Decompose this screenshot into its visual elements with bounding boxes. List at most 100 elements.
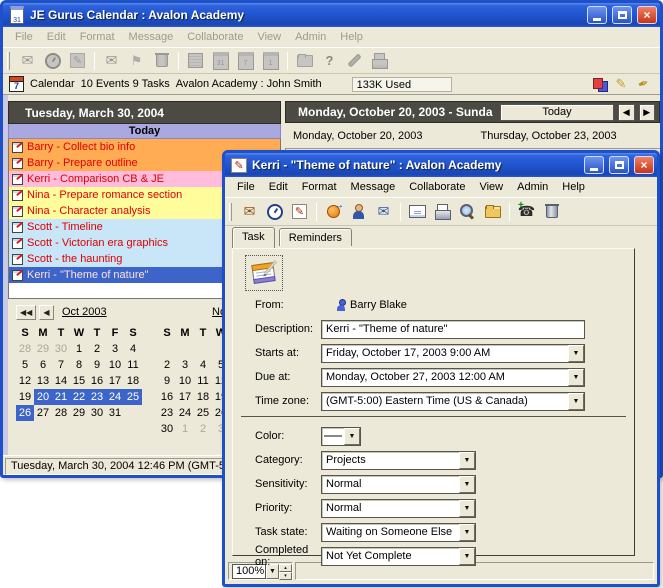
- dialog-menu-edit[interactable]: Edit: [263, 179, 294, 195]
- close-button[interactable]: ×: [637, 6, 657, 24]
- send-mail-icon[interactable]: [372, 201, 395, 222]
- dialog-minimize-button[interactable]: [584, 156, 604, 174]
- mini-calendar-day[interactable]: 16: [88, 373, 106, 389]
- pencil-icon[interactable]: [611, 74, 631, 95]
- mini-calendar-day[interactable]: 10: [176, 373, 194, 389]
- chevron-down-icon[interactable]: [568, 345, 584, 362]
- mini-calendar-day[interactable]: 26: [16, 405, 34, 421]
- mini-calendar-day[interactable]: 22: [70, 389, 88, 405]
- print-icon[interactable]: [431, 201, 454, 222]
- task-state-select[interactable]: Waiting on Someone Else: [321, 523, 476, 542]
- mini-calendar-day[interactable]: 9: [158, 373, 176, 389]
- address-card-icon[interactable]: [406, 201, 429, 222]
- mini-calendar-day[interactable]: 23: [88, 389, 106, 405]
- main-menu-file[interactable]: File: [9, 29, 39, 45]
- mini-calendar-day[interactable]: 11: [194, 373, 212, 389]
- mini-calendar-day[interactable]: 25: [194, 405, 212, 421]
- folder-icon[interactable]: [481, 201, 504, 222]
- time-zone-select[interactable]: (GMT-5:00) Eastern Time (US & Canada): [321, 392, 585, 411]
- mini-calendar-day[interactable]: 4: [194, 357, 212, 373]
- find-icon[interactable]: [456, 201, 479, 222]
- chevron-down-icon[interactable]: [459, 500, 475, 517]
- prev-year-button[interactable]: ◀◀: [16, 305, 36, 320]
- mini-calendar-day[interactable]: 8: [70, 357, 88, 373]
- prev-week-button[interactable]: ◀: [618, 104, 634, 121]
- attendee-icon[interactable]: [347, 201, 370, 222]
- mini-calendar-day[interactable]: 14: [52, 373, 70, 389]
- mini-calendar-day[interactable]: 9: [88, 357, 106, 373]
- mini-calendar-day[interactable]: 6: [34, 357, 52, 373]
- sensitivity-select[interactable]: Normal: [321, 475, 476, 494]
- chevron-down-icon[interactable]: [568, 369, 584, 386]
- main-menu-collaborate[interactable]: Collaborate: [181, 29, 249, 45]
- mini-calendar-day[interactable]: 17: [106, 373, 124, 389]
- mini-calendar-day[interactable]: 3: [176, 357, 194, 373]
- mini-calendar-day[interactable]: 5: [16, 357, 34, 373]
- mini-calendar-day[interactable]: 18: [194, 389, 212, 405]
- mini-calendar-day[interactable]: 29: [34, 341, 52, 357]
- dialog-menu-file[interactable]: File: [231, 179, 261, 195]
- mini-calendar-day[interactable]: 15: [70, 373, 88, 389]
- mini-calendar-day[interactable]: 30: [88, 405, 106, 421]
- pages-icon[interactable]: [589, 74, 609, 95]
- main-menu-view[interactable]: View: [251, 29, 287, 45]
- new-task-icon[interactable]: [288, 201, 311, 222]
- chevron-down-icon[interactable]: [459, 524, 475, 541]
- mini-calendar-day[interactable]: 1: [70, 341, 88, 357]
- main-menu-admin[interactable]: Admin: [289, 29, 332, 45]
- dialog-menu-collaborate[interactable]: Collaborate: [403, 179, 471, 195]
- mini-calendar-day[interactable]: 2: [88, 341, 106, 357]
- month-link-oct-2003[interactable]: Oct 2003: [62, 306, 107, 318]
- mini-calendar-day[interactable]: 17: [176, 389, 194, 405]
- mini-calendar-day[interactable]: 11: [124, 357, 142, 373]
- mini-calendar-day[interactable]: 25: [124, 389, 142, 405]
- new-event-icon[interactable]: [238, 201, 261, 222]
- dialog-maximize-button[interactable]: [609, 156, 629, 174]
- mini-calendar-day[interactable]: 31: [106, 405, 124, 421]
- tab-task[interactable]: Task: [232, 227, 275, 248]
- dialog-close-button[interactable]: ×: [634, 156, 654, 174]
- mini-calendar-day[interactable]: 12: [16, 373, 34, 389]
- mini-calendar-day[interactable]: 13: [34, 373, 52, 389]
- category-select[interactable]: Projects: [321, 451, 476, 470]
- chevron-down-icon[interactable]: [568, 393, 584, 410]
- due-at-select[interactable]: Monday, October 27, 2003 12:00 AM: [321, 368, 585, 387]
- mini-calendar-day[interactable]: 2: [158, 357, 176, 373]
- maximize-button[interactable]: [612, 6, 632, 24]
- next-week-button[interactable]: ▶: [639, 104, 655, 121]
- color-select[interactable]: [321, 427, 361, 446]
- mini-calendar-day[interactable]: 30: [52, 341, 70, 357]
- mini-calendar-day[interactable]: 29: [70, 405, 88, 421]
- mini-calendar-day[interactable]: 10: [106, 357, 124, 373]
- spin-down-icon[interactable]: ▾: [279, 572, 292, 580]
- mini-calendar-day[interactable]: 23: [158, 405, 176, 421]
- mini-calendar-day[interactable]: 28: [52, 405, 70, 421]
- mini-calendar-day[interactable]: 20: [34, 389, 52, 405]
- dialog-menu-admin[interactable]: Admin: [511, 179, 554, 195]
- mini-calendar-day[interactable]: 24: [176, 405, 194, 421]
- main-titlebar[interactable]: JE Gurus Calendar : Avalon Academy ×: [3, 3, 660, 27]
- mini-calendar-day[interactable]: 3: [106, 341, 124, 357]
- description-input[interactable]: Kerri - "Theme of nature": [321, 320, 585, 339]
- mini-calendar-day[interactable]: 18: [124, 373, 142, 389]
- signature-icon[interactable]: [633, 74, 653, 95]
- dial-icon[interactable]: [515, 201, 538, 222]
- mini-calendar-day[interactable]: 19: [16, 389, 34, 405]
- mini-calendar-day[interactable]: 16: [158, 389, 176, 405]
- priority-select[interactable]: Normal: [321, 499, 476, 518]
- starts-at-select[interactable]: Friday, October 17, 2003 9:00 AM: [321, 344, 585, 363]
- main-menu-edit[interactable]: Edit: [41, 29, 72, 45]
- goto-user-icon[interactable]: [322, 201, 345, 222]
- tab-reminders[interactable]: Reminders: [279, 228, 352, 246]
- main-menu-help[interactable]: Help: [334, 29, 369, 45]
- minimize-button[interactable]: [587, 6, 607, 24]
- dialog-menu-view[interactable]: View: [473, 179, 509, 195]
- mini-calendar-day[interactable]: 1: [176, 421, 194, 437]
- dialog-titlebar[interactable]: Kerri - "Theme of nature" : Avalon Acade…: [225, 153, 657, 177]
- day-column-1[interactable]: Monday, October 20, 2003: [285, 130, 473, 142]
- chevron-down-icon[interactable]: [459, 548, 475, 565]
- delete-icon[interactable]: [540, 201, 563, 222]
- today-button[interactable]: Today: [500, 104, 614, 121]
- mini-calendar-day[interactable]: 27: [34, 405, 52, 421]
- main-menu-message[interactable]: Message: [123, 29, 180, 45]
